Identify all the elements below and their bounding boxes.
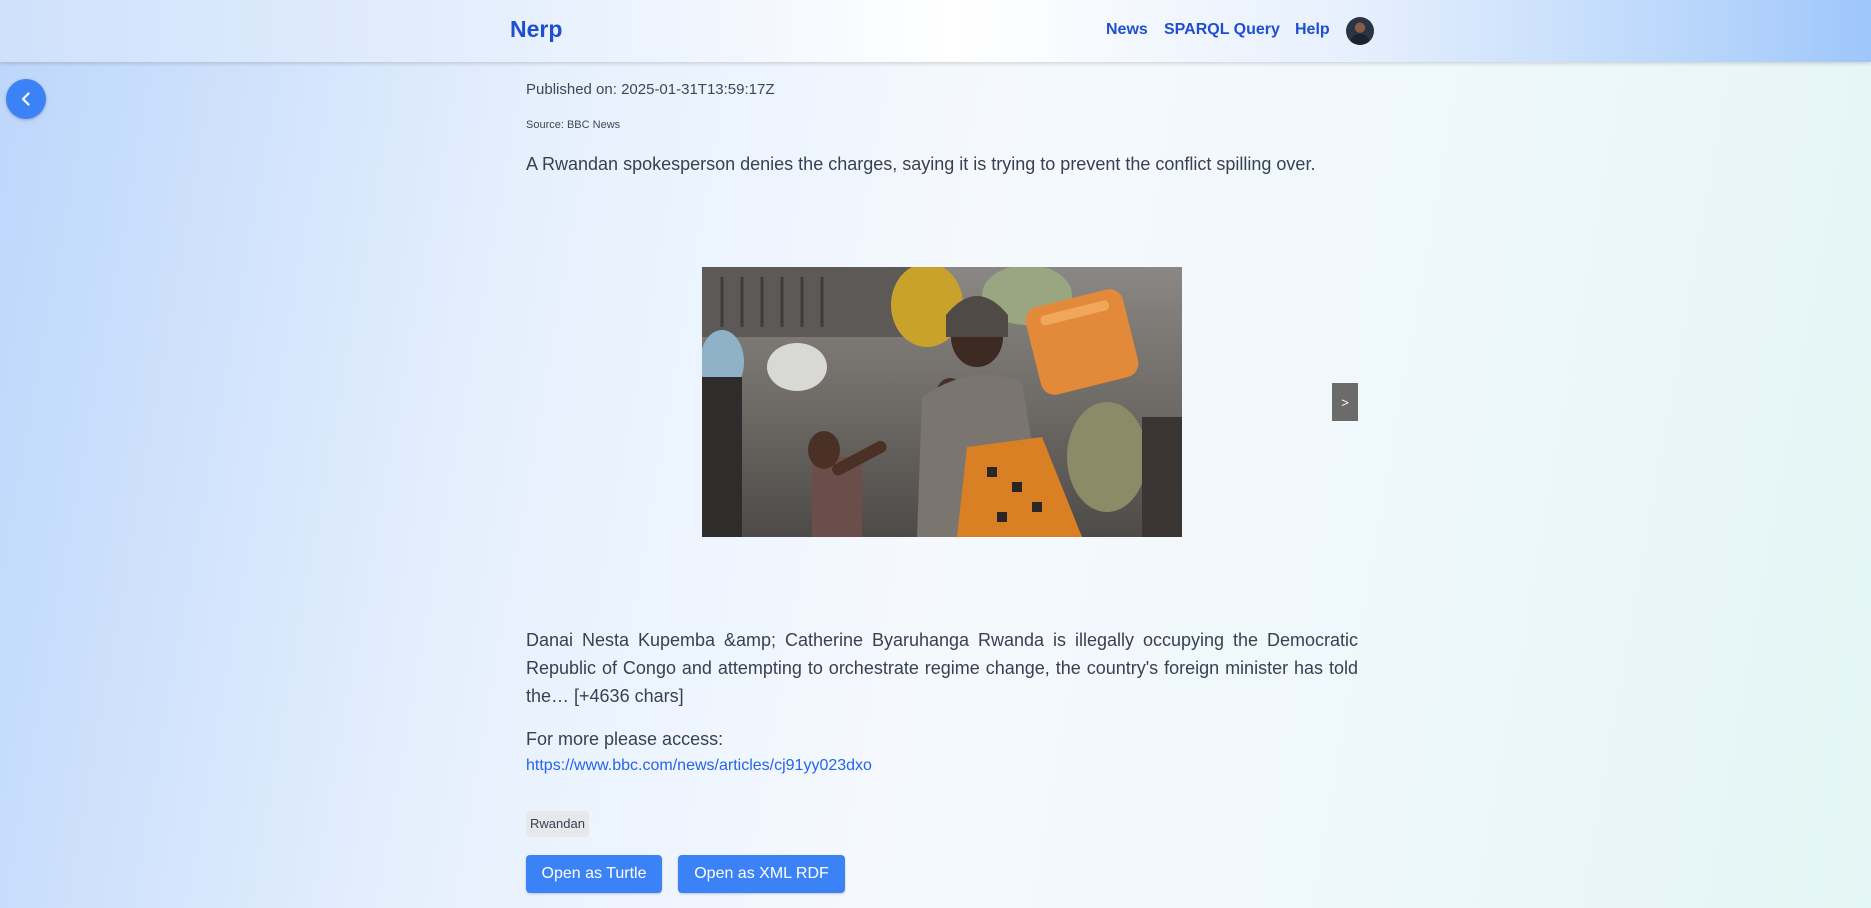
avatar[interactable] xyxy=(1346,17,1374,45)
carousel-next-button[interactable]: > xyxy=(1332,383,1358,421)
article-source: Source: BBC News xyxy=(526,119,621,131)
article-content: Danai Nesta Kupemba &amp; Catherine Byar… xyxy=(526,630,1358,706)
tag-rwandan[interactable]: Rwandan xyxy=(526,811,589,837)
brand-logo[interactable]: Nerp xyxy=(510,16,562,43)
back-button[interactable] xyxy=(6,79,46,119)
article-image xyxy=(702,267,1182,537)
open-turtle-button[interactable]: Open as Turtle xyxy=(526,855,662,893)
more-info-label: For more please access: xyxy=(526,729,724,749)
article-photo xyxy=(702,267,1182,537)
article-summary: A Rwandan spokesperson denies the charge… xyxy=(526,154,1316,174)
nav-help[interactable]: Help xyxy=(1295,21,1330,39)
nav-sparql-query[interactable]: SPARQL Query xyxy=(1164,21,1280,39)
nav-news[interactable]: News xyxy=(1106,21,1148,39)
published-date: Published on: 2025-01-31T13:59:17Z xyxy=(526,81,775,98)
top-navbar: Nerp News SPARQL Query Help xyxy=(0,0,1871,62)
article-link[interactable]: https://www.bbc.com/news/articles/cj91yy… xyxy=(526,757,872,775)
chevron-left-icon xyxy=(21,92,30,106)
open-xml-rdf-button[interactable]: Open as XML RDF xyxy=(678,855,845,893)
